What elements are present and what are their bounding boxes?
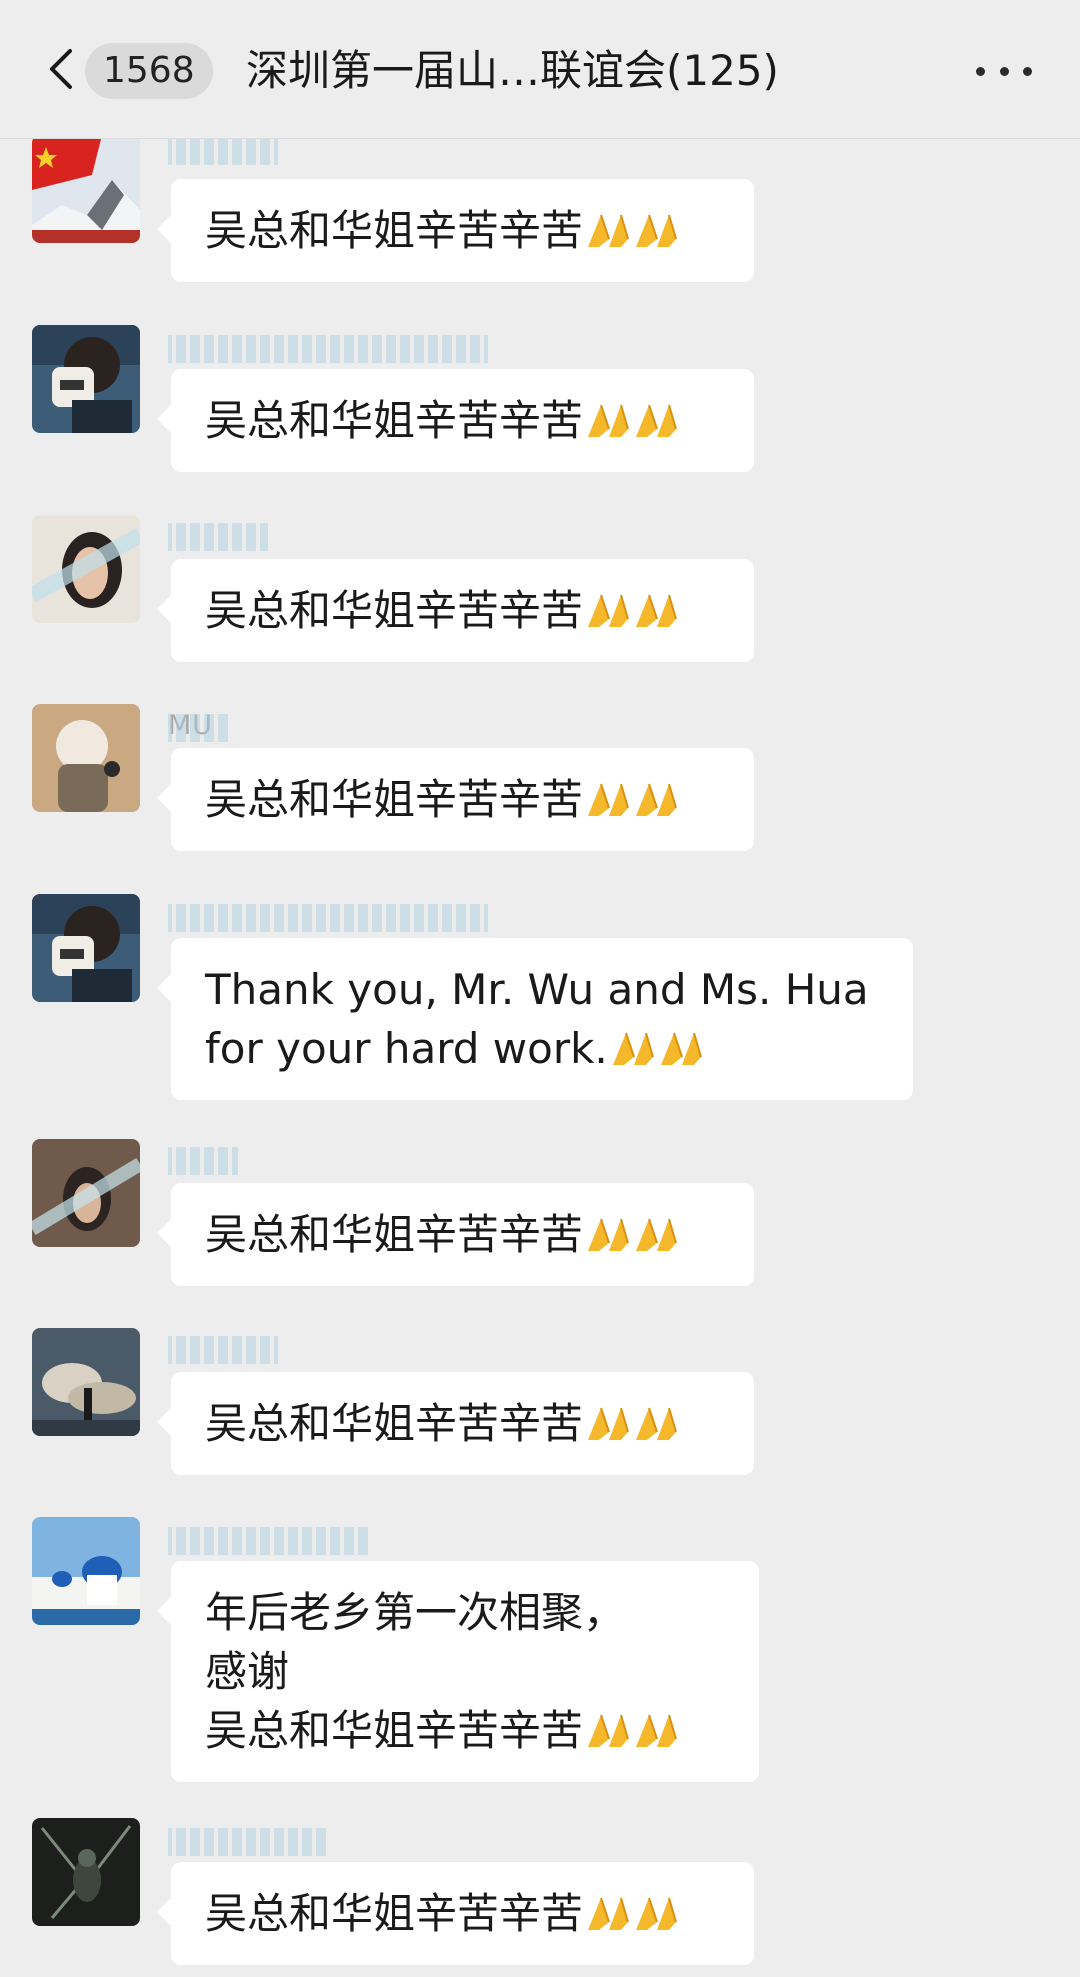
message-list[interactable]: 吴总和华姐辛苦辛苦 吴总和华姐辛苦辛苦 吴总和华姐辛苦辛苦 MU 吴总和华姐辛苦… [0,139,1080,1977]
message-text: for your hard work. [205,1024,608,1073]
avatar[interactable] [32,515,140,623]
folded-hands-icon [588,1407,629,1440]
message-text: 吴总和华姐辛苦辛苦 [205,206,584,255]
folded-hands-icon [636,1897,677,1930]
message-bubble[interactable]: 吴总和华姐辛苦辛苦 [157,1183,754,1286]
message-text: 吴总和华姐辛苦辛苦 [205,1399,584,1448]
message-bubble[interactable]: 吴总和华姐辛苦辛苦 [157,1862,754,1965]
sender-name [168,519,268,553]
message-bubble[interactable]: Thank you, Mr. Wu and Ms. Hua for your h… [157,938,913,1100]
message-text: Thank you, Mr. Wu and Ms. Hua [205,965,869,1014]
message-text: 吴总和华姐辛苦辛苦 [205,396,584,445]
sender-name [168,1332,278,1366]
folded-hands-icon [636,1218,677,1251]
sender-name [168,139,278,167]
chevron-left-icon [50,49,72,89]
avatar[interactable] [32,139,140,243]
folded-hands-icon [588,1218,629,1251]
sender-name: MU [168,710,228,744]
folded-hands-icon [636,1407,677,1440]
more-dots-icon [976,66,985,76]
folded-hands-icon [660,1032,702,1065]
unread-count-badge[interactable]: 1568 [85,43,213,99]
avatar[interactable] [32,1139,140,1247]
message-text: 吴总和华姐辛苦辛苦 [205,1210,584,1259]
avatar[interactable] [32,325,140,433]
message-text: 吴总和华姐辛苦辛苦 [205,1889,584,1938]
message-text: 吴总和华姐辛苦辛苦 [205,1706,584,1755]
folded-hands-icon [588,214,629,247]
message-bubble[interactable]: 吴总和华姐辛苦辛苦 [157,748,754,851]
folded-hands-icon [588,594,629,627]
avatar[interactable] [32,894,140,1002]
avatar-flag-image [32,139,140,243]
avatar[interactable] [32,704,140,812]
folded-hands-icon [636,404,677,437]
folded-hands-icon [612,1032,654,1065]
message-text: 年后老乡第一次相聚， [205,1588,626,1637]
folded-hands-icon [588,1897,629,1930]
message-bubble[interactable]: 吴总和华姐辛苦辛苦 [157,559,754,662]
folded-hands-icon [636,1714,677,1747]
message-text: 吴总和华姐辛苦辛苦 [205,775,584,824]
folded-hands-icon [636,214,677,247]
folded-hands-icon [636,594,677,627]
sender-name [168,1143,238,1177]
more-button[interactable] [976,48,1032,94]
avatar[interactable] [32,1818,140,1926]
back-button[interactable] [36,44,86,94]
folded-hands-icon [636,783,677,816]
folded-hands-icon [588,783,629,816]
chat-header: 1568 深圳第一届山…联谊会(125) [0,0,1080,139]
sender-name [168,1523,368,1557]
sender-name [168,1824,328,1858]
message-text: 吴总和华姐辛苦辛苦 [205,586,584,635]
sender-name [168,331,488,365]
chat-title: 深圳第一届山…联谊会(125) [246,46,779,95]
message-text: 感谢 [205,1647,290,1696]
folded-hands-icon [588,404,629,437]
message-bubble[interactable]: 年后老乡第一次相聚， 感谢 吴总和华姐辛苦辛苦 [157,1561,759,1782]
avatar[interactable] [32,1517,140,1625]
message-bubble[interactable]: 吴总和华姐辛苦辛苦 [157,179,754,282]
avatar[interactable] [32,1328,140,1436]
folded-hands-icon [588,1714,629,1747]
message-bubble[interactable]: 吴总和华姐辛苦辛苦 [157,369,754,472]
sender-name [168,900,488,934]
message-bubble[interactable]: 吴总和华姐辛苦辛苦 [157,1372,754,1475]
